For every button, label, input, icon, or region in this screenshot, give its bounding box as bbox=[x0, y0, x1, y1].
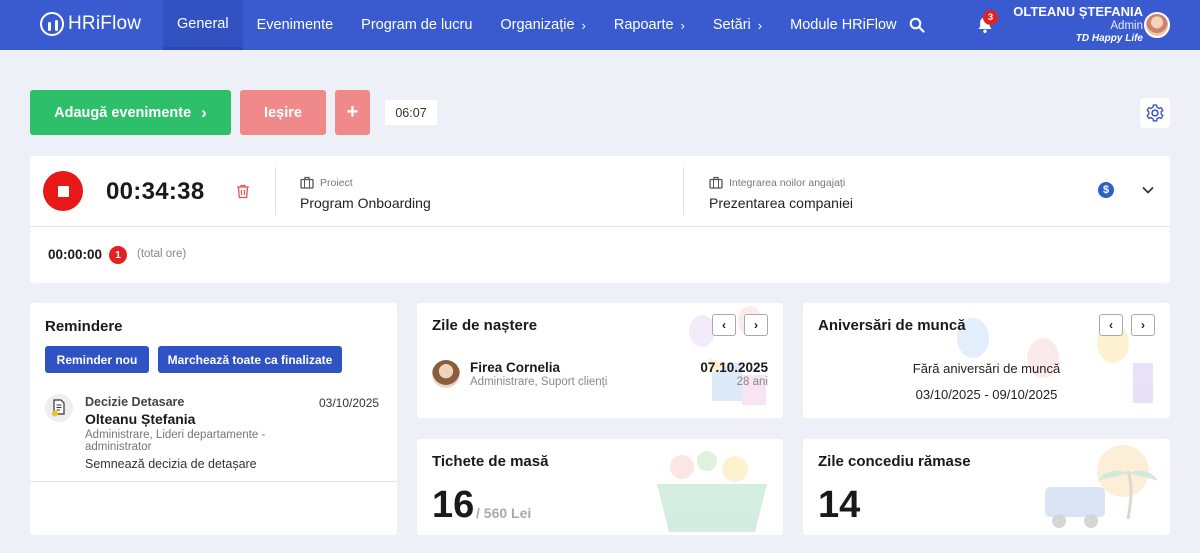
vacation-decoration-icon bbox=[1045, 445, 1158, 528]
previous-button[interactable]: ‹ bbox=[1099, 314, 1123, 336]
chevron-right-icon: › bbox=[581, 17, 586, 33]
timer-divider bbox=[30, 226, 1170, 227]
briefcase-icon bbox=[300, 176, 314, 189]
nav-item-label: Program de lucru bbox=[361, 17, 473, 33]
reminder-person[interactable]: Olteanu Ștefania bbox=[85, 411, 195, 427]
gear-icon bbox=[1146, 104, 1164, 122]
nav-item-label: Setări bbox=[712, 17, 751, 33]
mark-all-done-button[interactable]: Marchează toate ca finalizate bbox=[158, 346, 342, 373]
add-events-label: Adaugă evenimente bbox=[54, 104, 192, 121]
running-time: 00:34:38 bbox=[106, 178, 205, 205]
chevron-right-icon: › bbox=[757, 17, 763, 33]
document-icon bbox=[45, 394, 73, 422]
user-info[interactable]: OLTEANU ȘTEFANIA Admin TD Happy Life bbox=[1013, 4, 1143, 45]
user-avatar[interactable] bbox=[1144, 12, 1170, 38]
task-value[interactable]: Prezentarea companiei bbox=[709, 195, 853, 211]
brand-logo[interactable]: HRiFlow bbox=[40, 12, 141, 36]
user-name: OLTEANU ȘTEFANIA bbox=[1013, 4, 1143, 19]
task-label: Integrarea noilor angajați bbox=[709, 176, 845, 189]
reminders-card: Remindere Reminder nou Marchează toate c… bbox=[30, 303, 397, 535]
chevron-right-icon: › bbox=[201, 102, 207, 122]
anniversaries-card: Aniversări de muncă ‹ › Fără aniversări … bbox=[803, 303, 1170, 418]
reminder-role: administrator bbox=[85, 441, 152, 453]
nav-item-label: Module HRiFlow bbox=[790, 17, 897, 33]
nav-item-3[interactable]: Organizație › bbox=[486, 0, 600, 50]
nav-item-label: Rapoarte bbox=[613, 17, 674, 33]
anniversaries-pager: ‹ › bbox=[1099, 314, 1155, 336]
grocery-basket-icon bbox=[657, 451, 767, 532]
total-count-badge: 1 bbox=[109, 246, 127, 264]
reminder-description: Semnează decizia de detașare bbox=[85, 457, 257, 471]
leave-days-title: Zile concediu rămase bbox=[818, 453, 971, 470]
nav-item-0[interactable]: General bbox=[163, 0, 243, 50]
birthday-date: 07.10.2025 bbox=[700, 360, 768, 375]
birthdays-card: Zile de naștere ‹ › Firea Cornelia Admin… bbox=[417, 303, 783, 418]
reminder-divider bbox=[30, 481, 397, 482]
reminder-type: Decizie Detasare bbox=[85, 395, 185, 409]
project-value[interactable]: Program Onboarding bbox=[300, 195, 431, 211]
chevron-down-icon[interactable] bbox=[1141, 183, 1155, 197]
add-events-button[interactable]: Adaugă evenimente › bbox=[30, 90, 231, 135]
nav-item-2[interactable]: Program de lucru bbox=[347, 0, 486, 50]
meal-tickets-card: Tichete de masă 16 / 560 Lei bbox=[417, 439, 783, 535]
logo-icon bbox=[40, 12, 64, 36]
notification-count-badge: 3 bbox=[983, 10, 998, 25]
divider bbox=[683, 167, 684, 215]
trash-icon[interactable] bbox=[236, 184, 250, 199]
stop-timer-button[interactable] bbox=[43, 171, 83, 211]
birthday-person-name[interactable]: Firea Cornelia bbox=[470, 360, 560, 375]
exit-button[interactable]: Ieșire bbox=[240, 90, 326, 135]
main-menu: General Evenimente Program de lucru Organiz… bbox=[163, 0, 911, 50]
project-label-text: Proiect bbox=[320, 176, 353, 189]
meal-tickets-count: 16 bbox=[432, 484, 475, 526]
user-role: Admin bbox=[1110, 19, 1143, 32]
next-button[interactable]: › bbox=[1131, 314, 1155, 336]
task-label-text: Integrarea noilor angajați bbox=[729, 176, 846, 189]
total-time: 00:00:00 bbox=[48, 247, 103, 262]
new-reminder-button[interactable]: Reminder nou bbox=[45, 346, 149, 373]
chevron-right-icon: › bbox=[680, 17, 685, 33]
person-avatar bbox=[432, 360, 460, 388]
next-button[interactable]: › bbox=[744, 314, 768, 336]
dollar-icon[interactable]: $ bbox=[1098, 182, 1114, 198]
birthday-age: 28 ani bbox=[736, 376, 768, 388]
nav-item-label: Evenimente bbox=[256, 17, 334, 33]
user-company: TD Happy Life bbox=[1075, 33, 1143, 45]
brand-name: HRiFlow bbox=[68, 13, 142, 34]
current-time: 06:07 bbox=[385, 100, 437, 125]
previous-button[interactable]: ‹ bbox=[712, 314, 736, 336]
reminders-title: Remindere bbox=[45, 318, 123, 335]
briefcase-icon bbox=[709, 176, 723, 189]
nav-item-label: General bbox=[177, 15, 229, 32]
birthdays-title: Zile de naștere bbox=[432, 317, 538, 334]
anniversaries-date-range: 03/10/2025 - 09/10/2025 bbox=[915, 387, 1058, 402]
nav-item-4[interactable]: Rapoarte › bbox=[600, 0, 699, 50]
nav-item-label: Organizație bbox=[500, 17, 575, 33]
search-icon[interactable] bbox=[909, 17, 925, 33]
reminder-date: 03/10/2025 bbox=[319, 396, 380, 410]
nav-item-6[interactable]: Module HRiFlow bbox=[776, 0, 910, 50]
divider bbox=[275, 167, 276, 215]
plus-button[interactable]: + bbox=[335, 90, 370, 135]
leave-days-card: Zile concediu rămase 14 bbox=[803, 439, 1170, 535]
anniversaries-title: Aniversări de muncă bbox=[818, 317, 966, 334]
leave-days-count: 14 bbox=[818, 484, 861, 526]
no-anniversaries-text: Fără aniversări de muncă bbox=[912, 361, 1061, 376]
nav-item-5[interactable]: Setări › bbox=[699, 0, 776, 50]
meal-tickets-amount: / 560 Lei bbox=[476, 505, 532, 521]
birthdays-pager: ‹ › bbox=[712, 314, 768, 336]
settings-button[interactable] bbox=[1140, 98, 1170, 128]
meal-tickets-title: Tichete de masă bbox=[432, 453, 549, 470]
top-navbar: HRiFlow General Evenimente Program de lucr… bbox=[0, 0, 1200, 50]
total-label: (total ore) bbox=[137, 248, 187, 260]
active-timer-card: 00:34:38 Proiect Program Onboarding Inte… bbox=[30, 156, 1170, 283]
reminder-department: Administrare, Lideri departamente - bbox=[85, 429, 266, 441]
project-label: Proiect bbox=[300, 176, 353, 189]
nav-item-1[interactable]: Evenimente bbox=[243, 0, 348, 50]
birthday-person-department: Administrare, Suport clienți bbox=[470, 376, 608, 388]
